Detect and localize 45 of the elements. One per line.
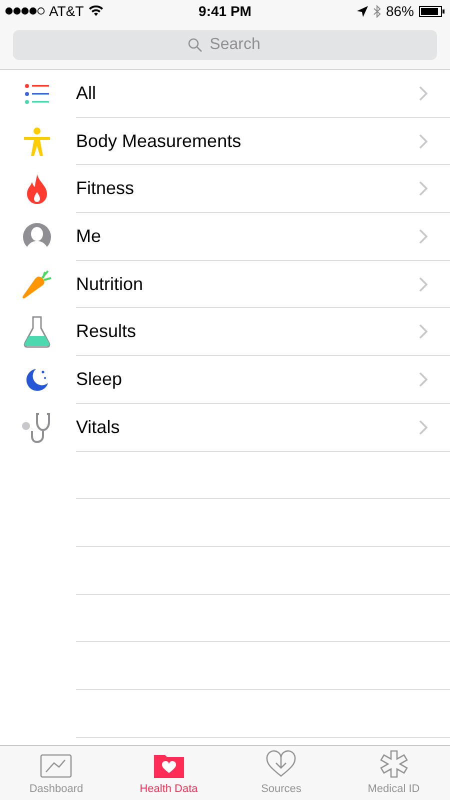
chevron-icon — [419, 86, 428, 101]
search-field[interactable]: Search — [13, 30, 437, 60]
flame-icon — [27, 174, 47, 204]
category-row[interactable]: Vitals — [0, 404, 450, 452]
chevron-icon — [419, 134, 428, 149]
stethoscope-icon — [21, 412, 53, 444]
category-label: Nutrition — [76, 272, 144, 296]
category-label: Me — [76, 224, 102, 248]
chevron-icon — [419, 276, 428, 292]
location-arrow-icon — [356, 6, 368, 16]
category-row[interactable]: Nutrition — [0, 260, 450, 308]
category-row[interactable]: Results — [0, 308, 450, 356]
chevron-icon — [419, 324, 428, 340]
moon-icon — [24, 366, 50, 393]
wifi-icon — [88, 5, 104, 17]
category-row[interactable]: Fitness — [0, 165, 450, 214]
category-label: Sleep — [76, 368, 124, 391]
search-icon — [188, 38, 202, 52]
category-label: Fitness — [76, 177, 136, 200]
flask-icon — [23, 316, 51, 348]
category-label: All — [76, 82, 98, 105]
category-label: Results — [76, 320, 138, 344]
battery-percent: 86% — [386, 2, 414, 20]
bluetooth-icon — [372, 4, 381, 18]
signal-icon — [5, 7, 45, 15]
list-icon — [24, 82, 50, 105]
category-row[interactable]: Body Measurements — [0, 118, 450, 166]
category-row[interactable]: Me — [0, 213, 450, 261]
person-icon — [23, 126, 51, 157]
carrot-icon — [22, 270, 52, 300]
category-row[interactable]: Sleep — [0, 356, 450, 404]
chevron-icon — [419, 420, 428, 435]
category-label: Body Measurements — [76, 130, 242, 153]
asterisk-icon — [380, 750, 408, 778]
chevron-icon — [419, 181, 428, 196]
clock-time: 9:41 PM — [198, 2, 252, 20]
category-row[interactable]: All — [0, 70, 450, 118]
chevron-icon — [419, 228, 428, 244]
chevron-icon — [419, 372, 428, 387]
chart-icon — [40, 754, 72, 778]
carrier-name: AT&T — [49, 2, 84, 20]
profile-icon — [22, 222, 52, 252]
category-label: Vitals — [76, 416, 121, 439]
battery-icon — [419, 6, 446, 16]
heart-download-icon — [266, 750, 296, 778]
